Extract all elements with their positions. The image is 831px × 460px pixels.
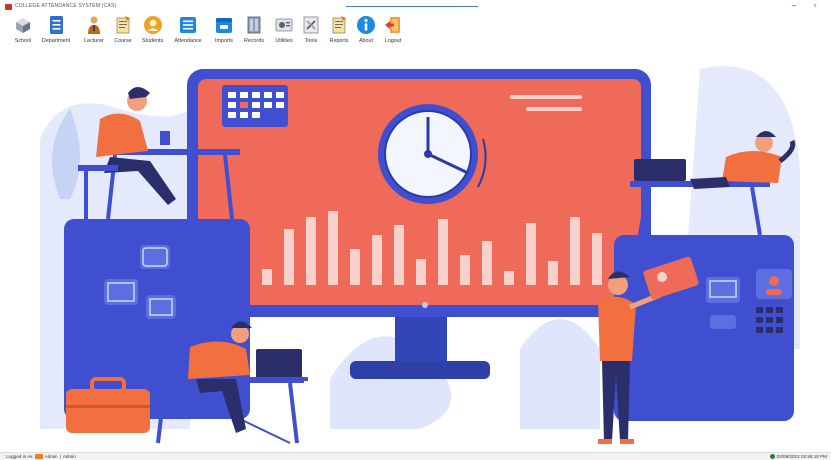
user-icon [34, 454, 43, 459]
tools-icon [301, 15, 321, 35]
title-accent-line [346, 6, 478, 7]
toolbar-lecturer-label: Lecturer [84, 38, 104, 44]
toolbar-tools-button[interactable]: Tools [301, 15, 321, 48]
user-name: Admin [44, 454, 58, 459]
department-icon [46, 15, 66, 35]
toolbar-course-label: Course [114, 38, 132, 44]
logged-in-label: Logged in As [6, 454, 33, 459]
toolbar-school-label: School [14, 38, 32, 44]
about-icon [356, 15, 376, 35]
toolbar-department-button[interactable]: Department [37, 15, 75, 48]
toolbar-attendance-label: Attendance [174, 38, 202, 44]
attendance-icon [178, 15, 198, 35]
reports-icon [329, 15, 349, 35]
datetime-text: 02/08/2022 02:59:18 PM [776, 454, 827, 459]
toolbar-imports-button[interactable]: Imports [210, 15, 238, 48]
attendance-illustration [40, 66, 800, 444]
toolbar-students-label: Students [141, 38, 164, 44]
user-role: Admin [62, 454, 76, 459]
toolbar-tools-label: Tools [304, 38, 318, 44]
datetime-status: 02/08/2022 02:59:18 PM [769, 454, 827, 459]
toolbar-course-button[interactable]: Course [111, 15, 135, 48]
utilities-icon [274, 15, 294, 35]
lecturer-icon [84, 15, 104, 35]
records-icon [244, 15, 264, 35]
title-bar: COLLEGE ATTENDANCE SYSTEM (CAS) – ▫ [0, 0, 831, 14]
students-icon [143, 15, 163, 35]
toolbar-records-button[interactable]: Records [241, 15, 267, 48]
toolbar-logout-label: Logout [384, 38, 402, 44]
toolbar-students-button[interactable]: Students [138, 15, 167, 48]
toolbar-school-button[interactable]: School [9, 15, 37, 48]
toolbar-reports-button[interactable]: Reports [326, 15, 352, 48]
minimize-button[interactable]: – [787, 1, 801, 11]
toolbar-lecturer-button[interactable]: Lecturer [80, 15, 108, 48]
laptop-graphic [256, 349, 302, 379]
window-title: COLLEGE ATTENDANCE SYSTEM (CAS) [15, 3, 117, 9]
school-icon [13, 15, 33, 35]
clock-icon [769, 454, 775, 459]
toolbar-reports-label: Reports [329, 38, 349, 44]
briefcase-graphic [66, 389, 150, 433]
login-status: Logged in As Admin | Admin [6, 454, 76, 459]
toolbar-about-label: About [358, 38, 374, 44]
status-bar: Logged in As Admin | Admin 02/08/2022 02… [0, 452, 831, 460]
toolbar-records-label: Records [243, 38, 265, 44]
logout-icon [383, 15, 403, 35]
toolbar-imports-label: Imports [215, 38, 233, 44]
main-toolbar: School Department Lecturer Course Studen… [0, 14, 831, 48]
toolbar-about-button[interactable]: About [356, 15, 376, 48]
status-separator: | [59, 454, 61, 459]
dashboard-illustration [0, 49, 831, 452]
toolbar-utilities-label: Utilities [275, 38, 293, 44]
imports-icon [214, 15, 234, 35]
toolbar-department-label: Department [41, 38, 71, 44]
maximize-button[interactable]: ▫ [808, 1, 822, 11]
app-icon [5, 4, 12, 10]
toolbar-utilities-button[interactable]: Utilities [270, 15, 298, 48]
toolbar-attendance-button[interactable]: Attendance [170, 15, 206, 48]
course-icon [113, 15, 133, 35]
toolbar-logout-button[interactable]: Logout [381, 15, 405, 48]
